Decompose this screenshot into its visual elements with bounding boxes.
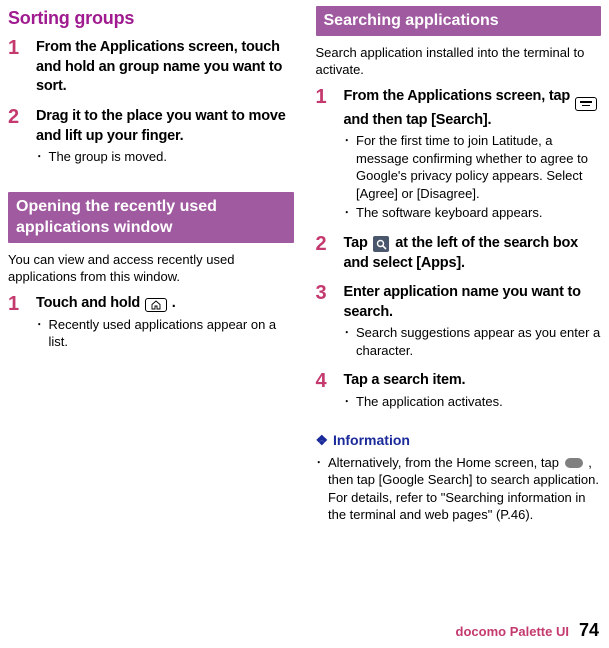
bullet-dot-icon: ･ — [316, 454, 323, 524]
right-column: Searching applications Search applicatio… — [314, 6, 602, 618]
search-step: 4 Tap a search item. ･ The application a… — [316, 371, 602, 413]
step-title: From the Applications screen, tap and th… — [344, 87, 602, 131]
bullet-dot-icon: ･ — [344, 132, 351, 202]
step-title: Enter application name you want to searc… — [344, 283, 602, 322]
search-step: 3 Enter application name you want to sea… — [316, 283, 602, 361]
sorting-step: 1 From the Applications screen, touch an… — [8, 38, 294, 97]
bullet-list: ･ The application activates. — [344, 393, 602, 411]
bullet-text: The software keyboard appears. — [356, 204, 601, 222]
bullet-dot-icon: ･ — [36, 148, 43, 166]
search-intro-text: Search application installed into the te… — [316, 44, 602, 79]
bullet-item: ･ The application activates. — [344, 393, 602, 411]
bullet-text: The application activates. — [356, 393, 601, 411]
step-head: 1 From the Applications screen, touch an… — [8, 38, 294, 97]
pill-icon — [565, 458, 583, 468]
step-title: Tap a search item. — [344, 371, 466, 391]
step-title: Touch and hold . — [36, 294, 176, 314]
bullet-text: Search suggestions appear as you enter a… — [356, 324, 601, 359]
page: Sorting groups 1 From the Applications s… — [0, 0, 609, 648]
step-title: Tap at the left of the search box and se… — [344, 234, 602, 273]
step-head: 4 Tap a search item. — [316, 371, 602, 391]
step-number: 3 — [316, 283, 334, 303]
menu-icon — [575, 97, 597, 111]
bullet-list: ･ The group is moved. — [36, 148, 294, 166]
footer-page-number: 74 — [579, 618, 599, 642]
step-title-pre: Touch and hold — [36, 295, 144, 311]
search-step: 2 Tap at the left of the search box and … — [316, 234, 602, 273]
footer: docomo Palette UI 74 — [456, 618, 599, 642]
info-bullet-pre: Alternatively, from the Home screen, tap — [328, 455, 563, 470]
sorting-step: 2 Drag it to the place you want to move … — [8, 107, 294, 168]
step-number: 1 — [8, 38, 26, 58]
step-number: 1 — [8, 294, 26, 314]
step-head: 1 From the Applications screen, tap and … — [316, 87, 602, 131]
bullet-item: ･ Search suggestions appear as you enter… — [344, 324, 602, 359]
bullet-dot-icon: ･ — [344, 204, 351, 222]
search-step: 1 From the Applications screen, tap and … — [316, 87, 602, 224]
search-icon — [373, 236, 389, 252]
bullet-text: The group is moved. — [49, 148, 294, 166]
bullet-dot-icon: ･ — [36, 316, 43, 351]
information-bullet: ･ Alternatively, from the Home screen, t… — [316, 454, 602, 524]
left-column: Sorting groups 1 From the Applications s… — [8, 6, 296, 618]
opening-intro-text: You can view and access recently used ap… — [8, 251, 294, 286]
step-head: 2 Drag it to the place you want to move … — [8, 107, 294, 146]
step-head: 1 Touch and hold . — [8, 294, 294, 314]
step-title: From the Applications screen, touch and … — [36, 38, 294, 97]
bullet-list: ･ Recently used applications appear on a… — [36, 316, 294, 351]
step-title-pre: Tap — [344, 235, 372, 251]
bullet-item: ･ Recently used applications appear on a… — [36, 316, 294, 351]
step-number: 2 — [316, 234, 334, 254]
bullet-dot-icon: ･ — [344, 324, 351, 359]
bullet-item: ･ The software keyboard appears. — [344, 204, 602, 222]
step-title-post: . — [172, 295, 176, 311]
bullet-item: ･ For the first time to join Latitude, a… — [344, 132, 602, 202]
footer-section-label: docomo Palette UI — [456, 623, 569, 641]
step-number: 4 — [316, 371, 334, 391]
information-bullet-text: Alternatively, from the Home screen, tap… — [328, 454, 601, 524]
section-bar-opening-recent: Opening the recently used applications w… — [8, 192, 294, 243]
bullet-list: ･ Search suggestions appear as you enter… — [344, 324, 602, 359]
step-number: 2 — [8, 107, 26, 127]
step-title: Drag it to the place you want to move an… — [36, 107, 294, 146]
diamond-icon: ❖ — [316, 432, 328, 448]
section-bar-searching-apps: Searching applications — [316, 6, 602, 36]
bullet-item: ･ The group is moved. — [36, 148, 294, 166]
step-head: 3 Enter application name you want to sea… — [316, 283, 602, 322]
information-heading: ❖ Information — [316, 431, 602, 450]
information-heading-text: Information — [333, 432, 410, 448]
step-head: 2 Tap at the left of the search box and … — [316, 234, 602, 273]
opening-step: 1 Touch and hold . ･ Recently used appli… — [8, 294, 294, 353]
bullet-dot-icon: ･ — [344, 393, 351, 411]
bullet-text: Recently used applications appear on a l… — [49, 316, 294, 351]
bullet-list: ･ For the first time to join Latitude, a… — [344, 132, 602, 222]
home-icon — [145, 298, 167, 312]
step-title-pre: From the Applications screen, tap — [344, 88, 574, 104]
step-number: 1 — [316, 87, 334, 107]
section-title-sorting-groups: Sorting groups — [8, 6, 294, 30]
bullet-text: For the first time to join Latitude, a m… — [356, 132, 601, 202]
step-title-post: and then tap [Search]. — [344, 112, 492, 128]
